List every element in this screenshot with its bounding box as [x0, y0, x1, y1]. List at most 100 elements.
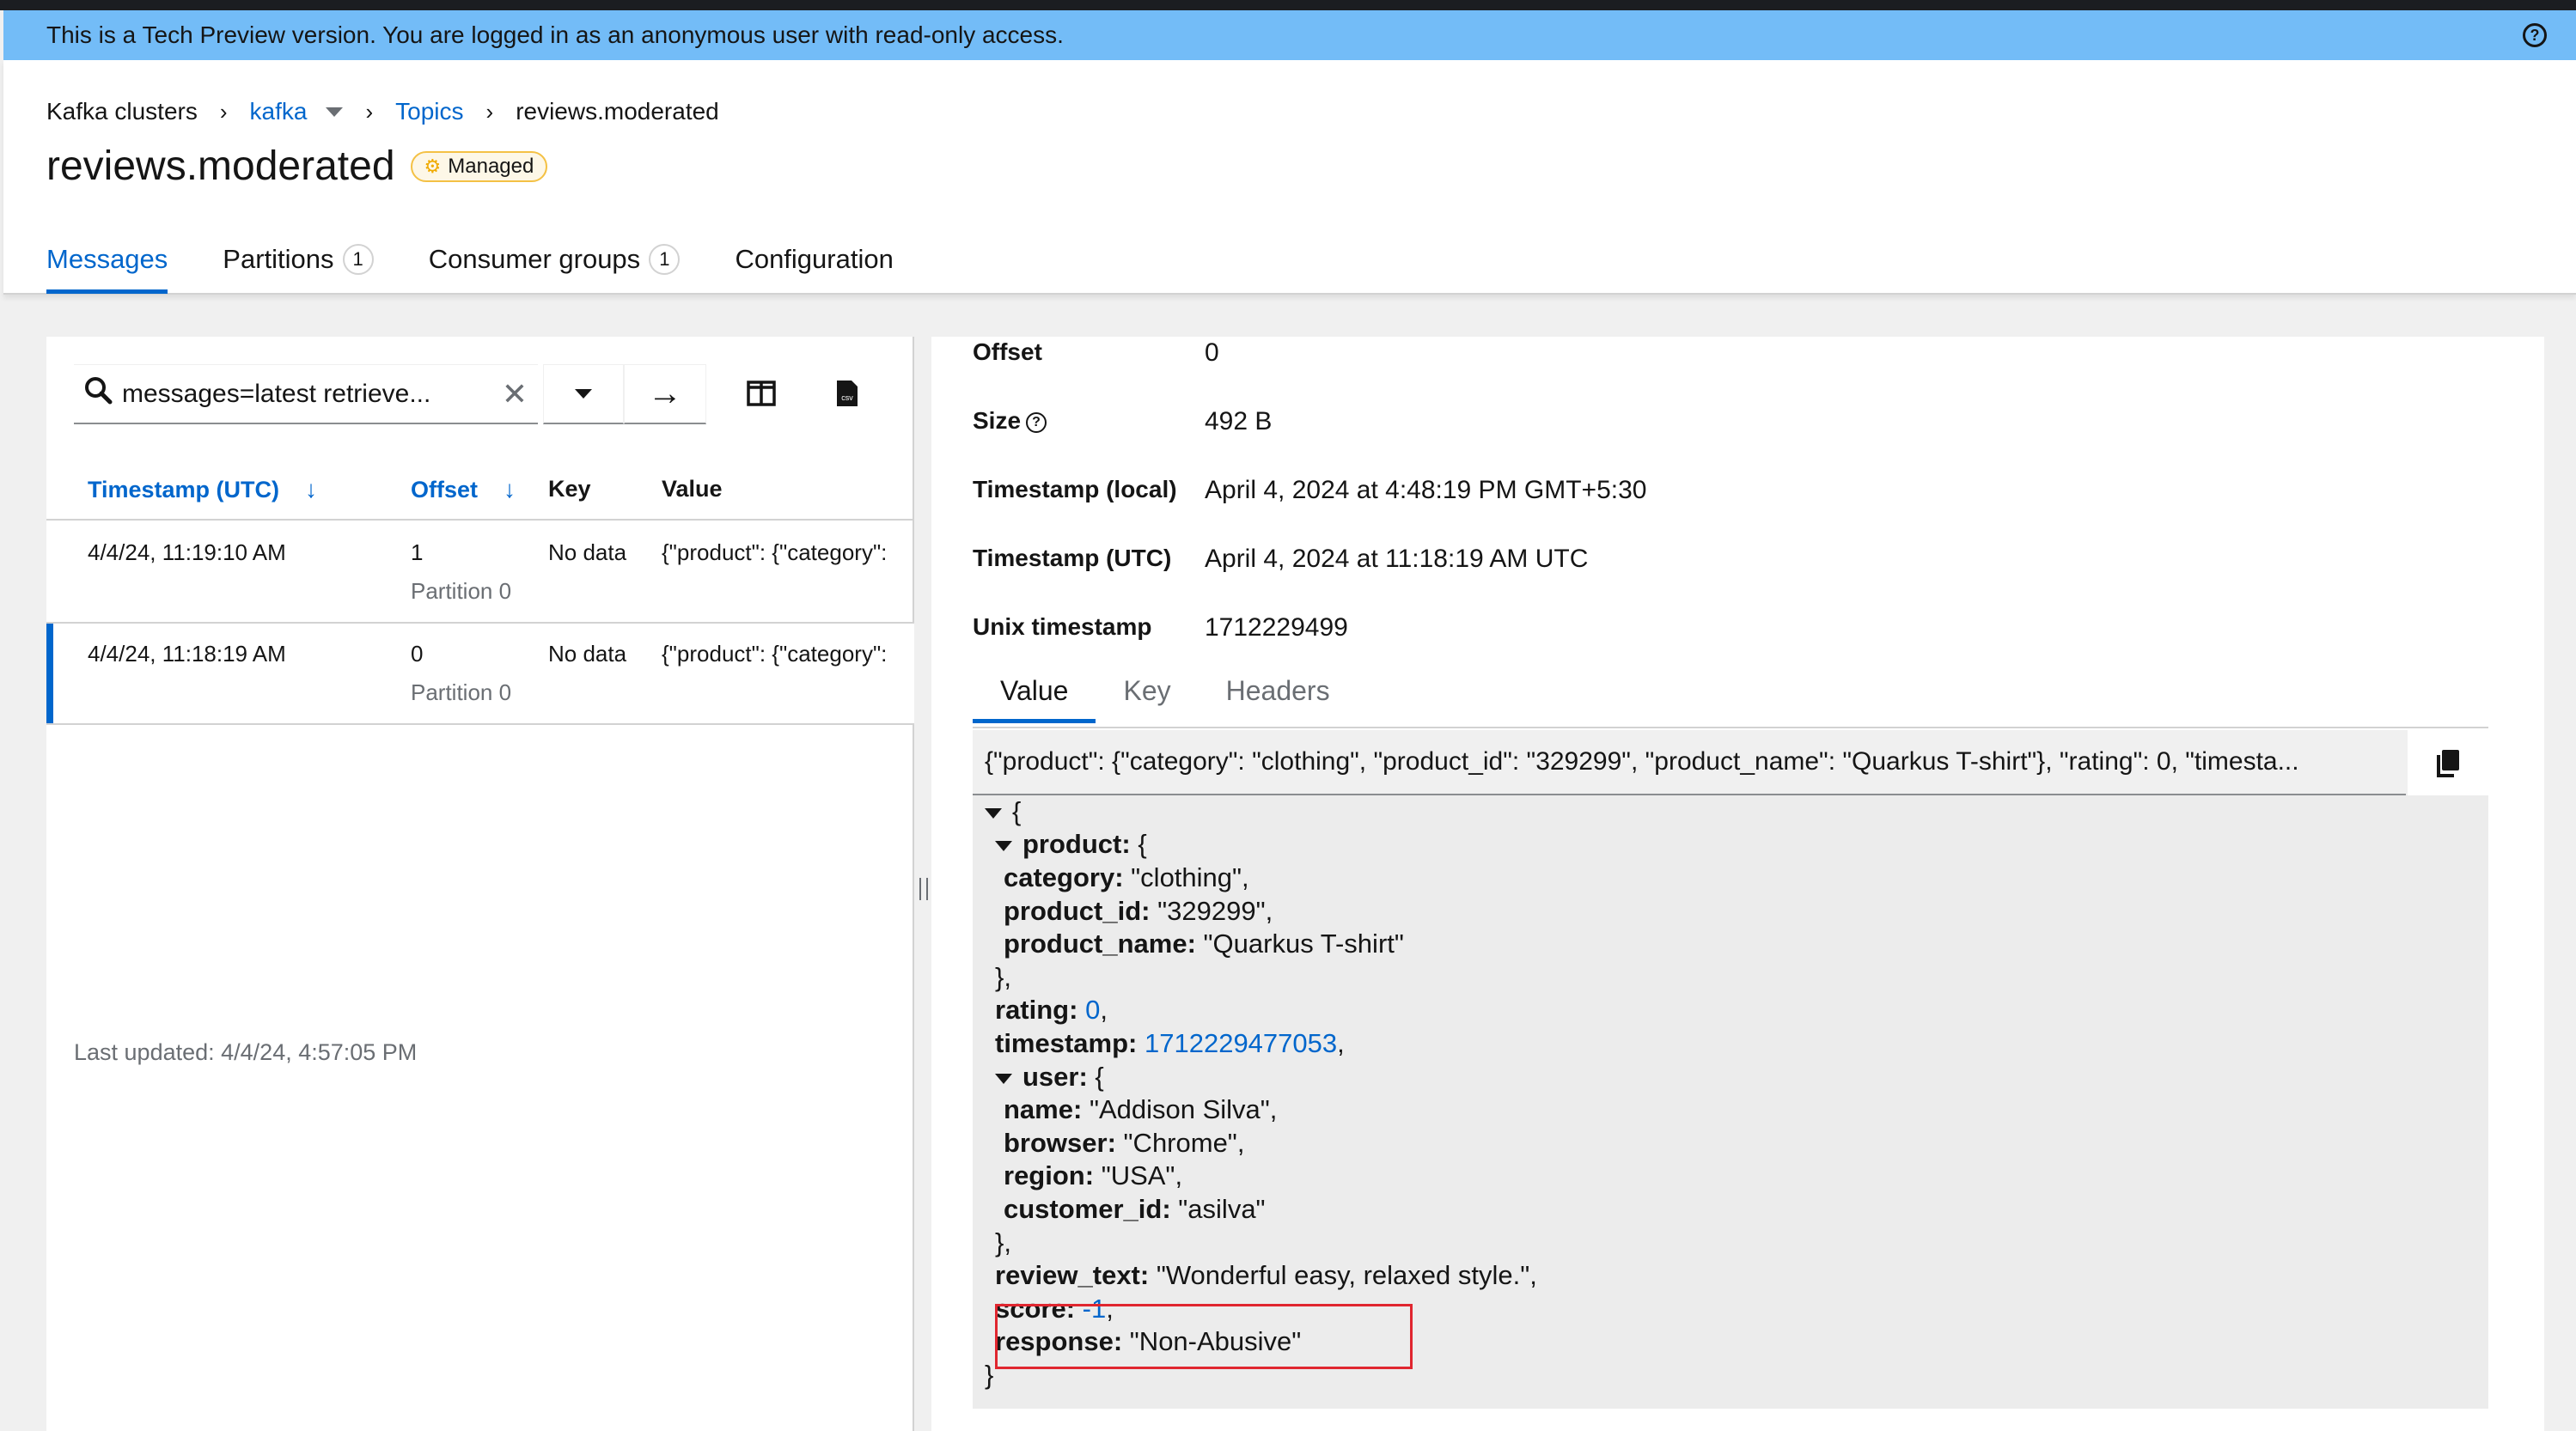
json-root-open[interactable]: {: [985, 795, 1021, 829]
offset-value: 1: [411, 539, 424, 565]
collapse-icon: [985, 807, 1002, 819]
topic-tabs: Messages Partitions 1 Consumer groups 1 Co…: [46, 232, 949, 294]
filter-dropdown-button[interactable]: [543, 364, 624, 424]
collapse-icon: [995, 1073, 1012, 1084]
json-product-id: product_id: "329299",: [1004, 896, 1273, 926]
json-name: name: "Addison Silva",: [1004, 1094, 1278, 1124]
search-input[interactable]: messages=latest retrieve... ✕: [74, 364, 538, 424]
detail-label: Offset: [973, 338, 1042, 365]
detail-label: Unix timestamp: [973, 613, 1152, 640]
json-key: browser:: [1004, 1128, 1116, 1158]
col-timestamp[interactable]: Timestamp (UTC) ↓: [88, 476, 317, 503]
search-submit-button[interactable]: →: [624, 364, 706, 424]
detail-label: Timestamp (UTC): [973, 545, 1172, 571]
json-value: "USA": [1101, 1160, 1175, 1190]
json-value: "Addison Silva": [1089, 1094, 1270, 1124]
offset-value: 0: [411, 641, 424, 667]
tab-label: Messages: [46, 244, 168, 274]
row-timestamp: 4/4/24, 11:18:19 AM: [88, 641, 286, 667]
col-offset[interactable]: Offset ↓: [411, 476, 516, 503]
row-key: No data: [548, 539, 627, 565]
tab-messages[interactable]: Messages: [46, 232, 168, 294]
json-review-text: review_text: "Wonderful easy, relaxed st…: [995, 1260, 1537, 1290]
row-offset: 0 Partition 0: [411, 641, 511, 706]
help-icon[interactable]: ?: [2523, 23, 2547, 47]
row-partition: Partition 0: [411, 578, 512, 604]
detail-label: Size?: [973, 407, 1213, 435]
badge-label: Managed: [448, 154, 534, 178]
row-key: No data: [548, 641, 627, 667]
json-key: rating:: [995, 995, 1078, 1025]
highlight-box: [995, 1304, 1413, 1369]
breadcrumb-kafka-clusters[interactable]: Kafka clusters: [46, 98, 198, 125]
json-product-name: product_name: "Quarkus T-shirt": [1004, 928, 1404, 961]
panel-resize-handle[interactable]: [916, 337, 931, 1431]
detail-value: 1712229499: [1205, 613, 1348, 642]
tabs-divider: [973, 727, 2488, 728]
search-icon: [74, 375, 122, 412]
clear-icon[interactable]: ✕: [491, 376, 538, 412]
json-value: "Quarkus T-shirt": [1203, 929, 1404, 959]
breadcrumb-topics[interactable]: Topics: [395, 98, 463, 125]
col-value: Value: [662, 476, 723, 502]
tab-value[interactable]: Value: [973, 672, 1096, 723]
caret-down-icon: [575, 389, 592, 399]
row-value: {"product": {"category":: [662, 539, 888, 565]
breadcrumb-cluster[interactable]: kafka: [250, 98, 308, 125]
tab-headers[interactable]: Headers: [1199, 672, 1358, 723]
json-browser: browser: "Chrome",: [1004, 1128, 1245, 1158]
table-header: Timestamp (UTC) ↓ Offset ↓ Key Value: [46, 466, 914, 521]
messages-list-panel: messages=latest retrieve... ✕ → csv Time…: [46, 337, 914, 1431]
detail-value: 0: [1205, 338, 1219, 367]
tab-key[interactable]: Key: [1096, 672, 1198, 723]
page-title: reviews.moderated ⚙ Managed: [46, 143, 548, 190]
json-key: name:: [1004, 1094, 1083, 1124]
json-value: 0: [1085, 995, 1101, 1025]
tab-configuration[interactable]: Configuration: [735, 232, 893, 294]
csv-export-icon[interactable]: csv: [830, 376, 864, 411]
tab-label: Partitions: [223, 244, 334, 274]
detail-value: 492 B: [1205, 407, 1273, 435]
json-root-close: }: [985, 1360, 994, 1390]
json-product[interactable]: product: {: [995, 828, 1147, 862]
tab-partitions[interactable]: Partitions 1: [223, 232, 374, 294]
breadcrumb: Kafka clusters › kafka › Topics › review…: [46, 94, 719, 129]
chevron-right-icon: ›: [485, 98, 494, 125]
chevron-right-icon: ›: [219, 98, 228, 125]
json-value: 1712229477053: [1145, 1028, 1338, 1058]
json-key: user:: [1022, 1062, 1088, 1092]
json-key: review_text:: [995, 1260, 1150, 1290]
top-bar: [0, 0, 2576, 10]
json-timestamp: timestamp: 1712229477053,: [995, 1028, 1345, 1058]
raw-value-field: {"product": {"category": "clothing", "pr…: [973, 730, 2488, 795]
banner-text: This is a Tech Preview version. You are …: [46, 21, 1064, 48]
row-value: {"product": {"category":: [662, 641, 888, 667]
json-key: product_id:: [1004, 896, 1151, 926]
chevron-down-icon[interactable]: [326, 107, 344, 117]
raw-value-text: {"product": {"category": "clothing", "pr…: [985, 747, 2299, 776]
json-brace: {: [1012, 796, 1022, 826]
json-value: "Chrome": [1123, 1128, 1237, 1158]
json-user[interactable]: user: {: [995, 1061, 1104, 1094]
table-row[interactable]: 4/4/24, 11:19:10 AM 1 Partition 0 No data…: [46, 522, 914, 624]
topic-name: reviews.moderated: [46, 143, 395, 189]
json-close-product: },: [995, 962, 1011, 992]
detail-value: April 4, 2024 at 4:48:19 PM GMT+5:30: [1205, 476, 1647, 504]
json-value: "Wonderful easy, relaxed style.": [1156, 1260, 1530, 1290]
copy-button[interactable]: [2406, 730, 2488, 795]
json-key: category:: [1004, 862, 1124, 892]
row-timestamp: 4/4/24, 11:19:10 AM: [88, 539, 286, 565]
json-key: product_name:: [1004, 929, 1196, 959]
arrow-right-icon: →: [648, 374, 682, 412]
col-label: Offset: [411, 477, 479, 502]
chevron-right-icon: ›: [365, 98, 374, 125]
managed-icon: ⚙: [424, 155, 442, 177]
help-icon[interactable]: ?: [1026, 411, 1047, 433]
row-partition: Partition 0: [411, 679, 512, 705]
columns-icon[interactable]: [744, 376, 778, 411]
json-key: customer_id:: [1004, 1194, 1171, 1224]
sort-down-icon: ↓: [305, 476, 318, 502]
tab-consumer-groups[interactable]: Consumer groups 1: [429, 232, 681, 294]
collapse-icon: [995, 840, 1012, 851]
table-row-selected[interactable]: 4/4/24, 11:18:19 AM 0 Partition 0 No data…: [46, 624, 914, 725]
